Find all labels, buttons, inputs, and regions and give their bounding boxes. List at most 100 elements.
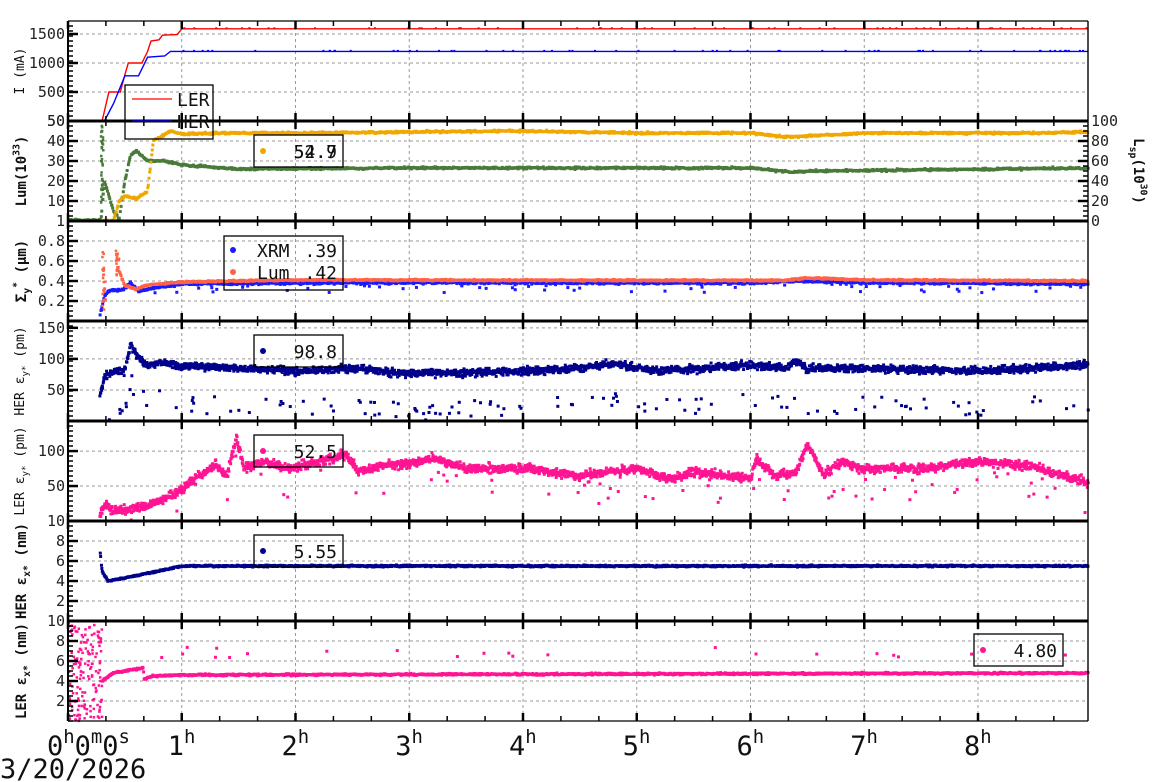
data-point xyxy=(99,215,103,219)
data-point xyxy=(957,289,961,293)
data-point xyxy=(110,204,114,208)
data-point xyxy=(783,283,787,287)
data-point xyxy=(1082,49,1085,52)
data-point xyxy=(568,49,571,52)
data-point xyxy=(211,290,215,294)
panel-current xyxy=(90,27,1089,122)
data-point xyxy=(442,291,446,295)
data-point xyxy=(594,49,597,52)
data-point xyxy=(1078,49,1081,52)
data-point xyxy=(100,154,103,158)
data-point xyxy=(102,149,105,152)
data-point xyxy=(248,27,251,30)
data-point xyxy=(215,287,219,291)
data-point xyxy=(418,27,421,30)
data-point xyxy=(378,285,382,289)
data-point xyxy=(980,49,983,52)
data-point xyxy=(207,49,210,52)
data-point xyxy=(414,285,418,289)
data-point xyxy=(929,27,932,30)
data-point xyxy=(578,286,582,290)
data-point xyxy=(401,287,405,291)
data-point xyxy=(980,291,984,295)
data-point xyxy=(878,285,882,289)
data-point xyxy=(105,189,109,193)
data-point xyxy=(328,49,331,52)
data-point xyxy=(349,49,352,52)
data-point xyxy=(600,27,603,30)
panel-sigma-y xyxy=(98,249,1090,317)
data-point xyxy=(663,289,667,293)
data-point xyxy=(146,183,150,187)
data-point xyxy=(100,140,104,144)
data-point xyxy=(478,286,482,290)
data-point xyxy=(919,288,923,292)
series-xrm xyxy=(98,277,1090,317)
data-point xyxy=(458,27,461,30)
data-point xyxy=(99,201,103,204)
data-point xyxy=(484,286,488,290)
data-point xyxy=(543,49,546,52)
data-point xyxy=(333,49,336,52)
data-point xyxy=(733,285,737,289)
data-point xyxy=(267,27,270,30)
data-point xyxy=(122,185,126,189)
data-point xyxy=(408,49,411,52)
data-point xyxy=(453,49,456,52)
data-point xyxy=(373,27,376,30)
series-lum xyxy=(67,124,1090,223)
series-ler xyxy=(90,27,1089,122)
data-point xyxy=(592,27,595,30)
data-point xyxy=(1069,27,1072,30)
data-point xyxy=(1022,27,1025,30)
data-point xyxy=(966,27,969,30)
data-point xyxy=(957,27,960,30)
data-point xyxy=(392,49,395,52)
data-point xyxy=(921,49,924,52)
data-point xyxy=(1031,27,1034,30)
data-point xyxy=(1059,49,1062,52)
data-point xyxy=(999,27,1002,30)
data-point xyxy=(104,183,108,187)
data-point xyxy=(882,27,885,30)
data-point xyxy=(101,164,104,167)
data-point xyxy=(969,49,972,52)
data-point xyxy=(125,169,129,173)
data-point xyxy=(197,286,201,290)
data-point xyxy=(895,27,898,30)
data-point xyxy=(571,49,574,52)
data-point xyxy=(150,153,154,157)
data-point xyxy=(314,27,317,30)
data-point xyxy=(100,158,104,161)
data-point xyxy=(225,27,228,30)
data-point xyxy=(889,27,892,30)
data-point xyxy=(830,282,834,286)
data-point xyxy=(497,27,500,30)
data-point xyxy=(868,49,871,52)
data-point xyxy=(550,49,553,52)
data-point xyxy=(128,155,132,159)
data-point xyxy=(116,204,120,208)
data-point xyxy=(327,290,331,294)
data-point xyxy=(673,49,676,52)
data-point xyxy=(991,27,994,30)
data-point xyxy=(1034,289,1038,293)
data-point xyxy=(241,285,245,289)
data-point xyxy=(105,186,109,190)
data-point xyxy=(833,27,836,30)
data-point xyxy=(513,288,517,292)
data-point xyxy=(273,27,276,30)
data-point xyxy=(968,286,972,290)
data-point xyxy=(126,163,130,167)
data-point xyxy=(420,27,423,30)
data-point xyxy=(876,27,879,30)
data-point xyxy=(148,170,152,174)
data-point xyxy=(100,145,104,149)
data-point xyxy=(100,178,104,181)
data-point xyxy=(100,195,103,199)
series-lsp xyxy=(100,128,1090,223)
data-point xyxy=(145,190,149,194)
data-point xyxy=(576,27,579,30)
data-point xyxy=(864,285,868,289)
data-point xyxy=(119,274,123,278)
